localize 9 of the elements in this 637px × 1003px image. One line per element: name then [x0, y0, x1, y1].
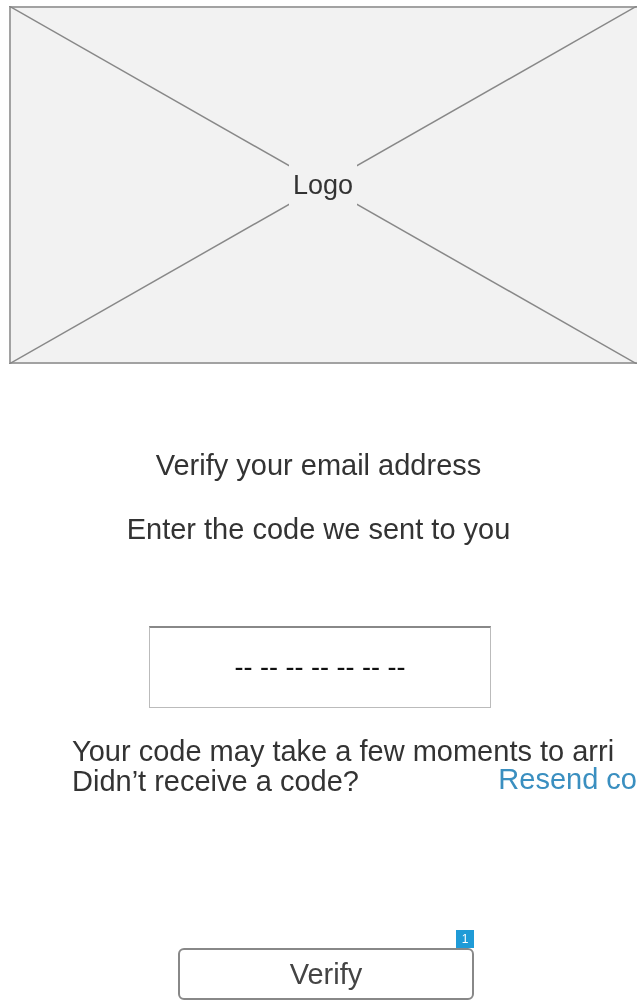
notice-text: Your code may take a few moments to arri	[72, 736, 616, 766]
heading: Verify your email address	[154, 448, 483, 482]
code-field[interactable]: -- -- -- -- -- -- --	[149, 626, 491, 708]
badge: 1	[456, 930, 474, 948]
verify-button[interactable]: Verify	[178, 948, 474, 1000]
logo-label: Logo	[288, 163, 358, 207]
instruction-text: Enter the code we sent to you	[125, 512, 512, 546]
resend-question: Didn’t receive a code?	[72, 766, 360, 796]
resend-link[interactable]: Resend co	[498, 766, 637, 796]
